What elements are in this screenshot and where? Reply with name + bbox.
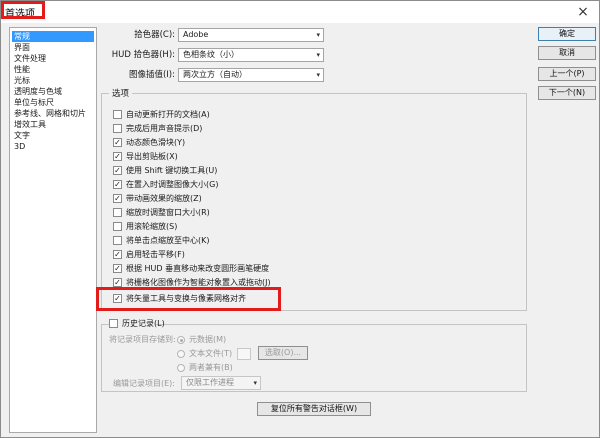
radio-label: 文本文件(T)	[189, 349, 233, 358]
ok-button[interactable]: 确定	[538, 27, 596, 41]
sidebar-item-cursors[interactable]: 光标	[12, 75, 94, 86]
interpolation-value: 两次立方（自动）	[183, 70, 247, 79]
option-label: 在置入时调整图像大小(G)	[126, 180, 219, 189]
history-log-toggle[interactable]: 历史记录(L)	[109, 318, 165, 330]
sidebar-item-type[interactable]: 文字	[12, 130, 94, 141]
option-label: 带动画效果的缩放(Z)	[126, 194, 202, 203]
sidebar-item-general[interactable]: 常规	[12, 31, 94, 42]
radio-button[interactable]	[177, 364, 185, 372]
sidebar-item-transparency[interactable]: 透明度与色域	[12, 86, 94, 97]
chevron-down-icon: ▾	[316, 71, 320, 79]
sidebar-item-guides[interactable]: 参考线、网格和切片	[12, 108, 94, 119]
option-label: 用滚轮缩放(S)	[126, 222, 178, 231]
chevron-down-icon: ▾	[253, 379, 257, 387]
save-log-to-label: 将记录项目存储到:	[109, 335, 176, 344]
checkbox-checked[interactable]: ✓	[113, 264, 122, 273]
color-picker-select[interactable]: Adobe ▾	[178, 28, 324, 42]
color-picker-value: Adobe	[183, 30, 209, 39]
option-label: 缩放时调整窗口大小(R)	[126, 208, 210, 217]
radio-button[interactable]	[177, 336, 185, 344]
cancel-button[interactable]: 取消	[538, 46, 596, 60]
interpolation-label: 图像插值(I):	[128, 70, 175, 80]
checkbox-checked[interactable]: ✓	[113, 194, 122, 203]
category-list: 常规 界面 文件处理 性能 光标 透明度与色域 单位与标尺 参考线、网格和切片 …	[9, 27, 97, 433]
checkbox-checked[interactable]: ✓	[113, 138, 122, 147]
option-label: 根据 HUD 垂直移动来改变圆形画笔硬度	[126, 264, 270, 273]
radio-label: 元数据(M)	[189, 335, 227, 344]
option-label: 自动更新打开的文档(A)	[126, 110, 210, 119]
radio-label: 两者兼有(B)	[189, 363, 233, 372]
sidebar-item-3d[interactable]: 3D	[12, 141, 94, 152]
sidebar-item-performance[interactable]: 性能	[12, 64, 94, 75]
checkbox-checked[interactable]: ✓	[113, 250, 122, 259]
hud-picker-label: HUD 拾色器(H):	[111, 50, 175, 60]
prev-button[interactable]: 上一个(P)	[538, 67, 596, 81]
hud-picker-select[interactable]: 色相条纹（小） ▾	[178, 48, 324, 62]
sidebar-item-units[interactable]: 单位与标尺	[12, 97, 94, 108]
chevron-down-icon: ▾	[316, 51, 320, 59]
choose-file-button[interactable]: 选取(O)...	[258, 346, 308, 360]
edit-log-items-value: 仅限工作进程	[186, 378, 234, 387]
chevron-down-icon: ▾	[316, 31, 320, 39]
checkbox[interactable]	[113, 222, 122, 231]
option-label: 将单击点缩放至中心(K)	[126, 236, 210, 245]
preferences-dialog: 首选项 × 常规 界面 文件处理 性能 光标 透明度与色域 单位与标尺 参考线、…	[0, 0, 600, 438]
edit-log-items-label: 编辑记录项目(E):	[113, 379, 175, 388]
sidebar-item-file-handling[interactable]: 文件处理	[12, 53, 94, 64]
sidebar-item-plugins[interactable]: 增效工具	[12, 119, 94, 130]
close-icon[interactable]: ×	[575, 4, 591, 20]
reset-warnings-button[interactable]: 复位所有警告对话框(W)	[257, 402, 371, 416]
color-picker-label: 拾色器(C):	[134, 30, 175, 40]
option-label: 启用轻击平移(F)	[126, 250, 185, 259]
hud-picker-value: 色相条纹（小）	[183, 50, 239, 59]
checkbox[interactable]	[109, 319, 118, 328]
edit-log-items-select[interactable]: 仅限工作进程 ▾	[181, 376, 261, 390]
option-label: 使用 Shift 键切换工具(U)	[126, 166, 218, 175]
radio-button[interactable]	[177, 350, 185, 358]
option-label: 完成后用声音提示(D)	[126, 124, 203, 133]
option-label: 导出剪贴板(X)	[126, 152, 178, 161]
options-group-title: 选项	[109, 87, 133, 99]
next-button[interactable]: 下一个(N)	[538, 86, 596, 100]
sidebar-item-interface[interactable]: 界面	[12, 42, 94, 53]
checkbox-checked[interactable]: ✓	[113, 152, 122, 161]
option-label: 动态颜色滑块(Y)	[126, 138, 186, 147]
checkbox-checked[interactable]: ✓	[113, 166, 122, 175]
interpolation-select[interactable]: 两次立方（自动） ▾	[178, 68, 324, 82]
checkbox[interactable]	[113, 208, 122, 217]
checkbox-checked[interactable]: ✓	[113, 180, 122, 189]
file-path-field[interactable]	[237, 348, 251, 360]
checkbox[interactable]	[113, 110, 122, 119]
title-annotation-box	[1, 1, 45, 19]
history-log-label: 历史记录(L)	[122, 319, 165, 328]
checkbox-checked[interactable]: ✓	[113, 278, 122, 287]
title-bar: 首选项 ×	[1, 1, 599, 23]
checkbox[interactable]	[113, 124, 122, 133]
annotation-highlight-box	[96, 287, 281, 311]
checkbox[interactable]	[113, 236, 122, 245]
